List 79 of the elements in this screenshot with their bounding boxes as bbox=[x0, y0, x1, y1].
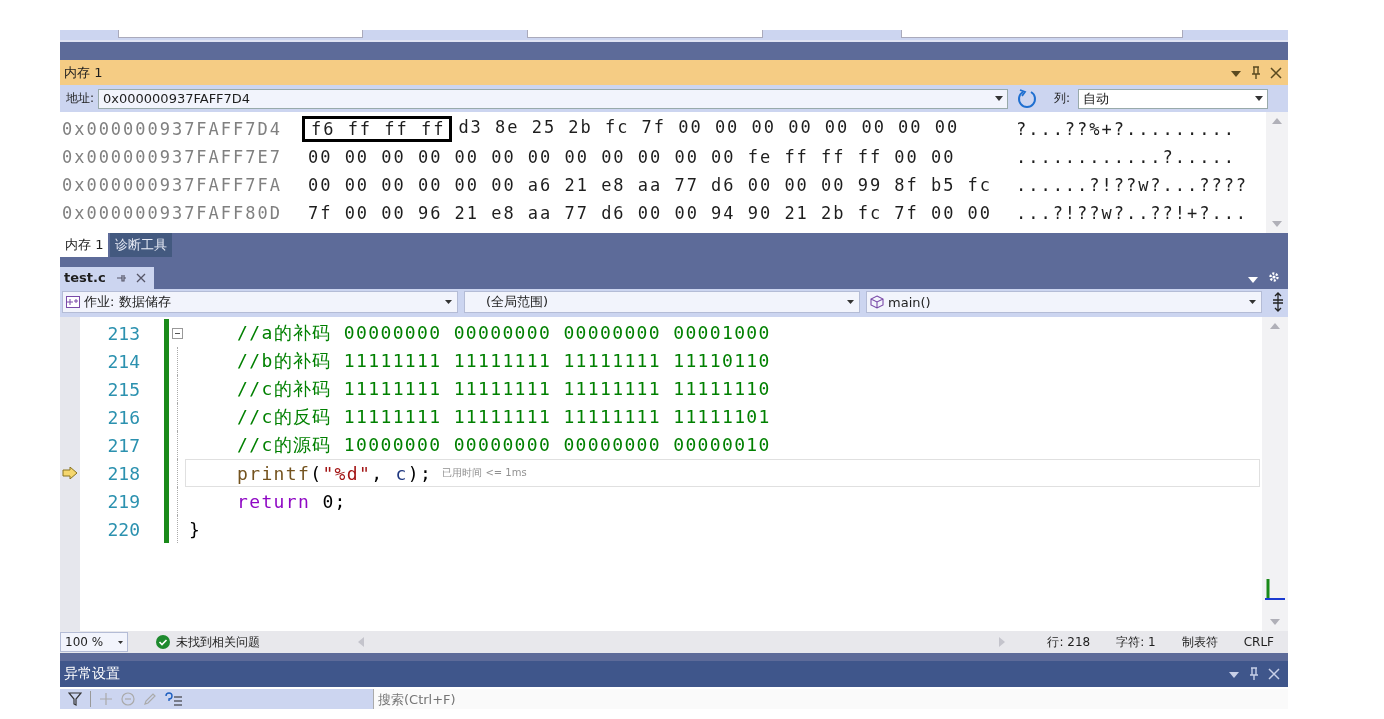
input-field[interactable] bbox=[527, 30, 763, 38]
zoom-dropdown[interactable]: 100 % bbox=[60, 632, 128, 652]
code-line: //c的源码 10000000 00000000 00000000 00000010 bbox=[236, 433, 771, 457]
filter-icon[interactable] bbox=[68, 692, 82, 706]
line-number: 220 bbox=[106, 518, 140, 540]
code-line: printf("%d", c); bbox=[236, 462, 433, 484]
search-field[interactable]: 搜索(Ctrl+F) bbox=[373, 689, 1288, 709]
refresh-icon[interactable] bbox=[1016, 87, 1039, 110]
memory-bytes: f6 ff ff ff bbox=[302, 116, 453, 142]
issues-status[interactable]: 未找到相关问题 bbox=[176, 633, 260, 651]
memory-ascii: ............?..... bbox=[1016, 147, 1236, 167]
scrollbar[interactable] bbox=[1262, 317, 1288, 631]
indent-mode[interactable]: 制表符 bbox=[1181, 633, 1218, 651]
line-number: 217 bbox=[106, 434, 140, 456]
project-icon bbox=[66, 296, 80, 308]
panel-title: 内存 1 bbox=[64, 63, 103, 82]
memory-address: 0x000000937FAFF7E7 bbox=[61, 147, 283, 167]
scroll-up-icon[interactable] bbox=[1270, 323, 1280, 329]
code-line: //b的补码 11111111 11111111 11111111 11110110 bbox=[236, 349, 771, 373]
split-icon[interactable] bbox=[1270, 292, 1286, 312]
code-line: //a的补码 00000000 00000000 00000000 00001000 bbox=[236, 321, 771, 345]
columns-dropdown[interactable]: 自动 bbox=[1078, 88, 1269, 109]
panel-tab[interactable]: 内存 1 bbox=[60, 233, 109, 257]
address-field[interactable]: 0x000000937FAFF7D4 bbox=[98, 88, 1009, 109]
pin-icon[interactable] bbox=[115, 272, 126, 283]
memory-bytes: 7f 00 00 96 21 e8 aa 77 d6 00 00 94 90 21 2b fc 7f 00 00 bbox=[307, 202, 993, 224]
caret-icon bbox=[445, 300, 452, 304]
panel-tab[interactable]: 诊断工具 bbox=[110, 233, 173, 257]
line-number: 216 bbox=[106, 406, 140, 428]
memory-address: 0x000000937FAFF7FA bbox=[61, 175, 283, 195]
memory-bytes: 00 00 00 00 00 00 00 00 00 00 00 00 fe ff ff ff 00 00 bbox=[307, 146, 956, 168]
caret-icon bbox=[1249, 300, 1256, 304]
line-number: 218 bbox=[106, 462, 140, 484]
collapse-icon[interactable] bbox=[171, 327, 183, 339]
scroll-down-icon[interactable] bbox=[1272, 221, 1282, 227]
dropdown-icon[interactable] bbox=[1248, 277, 1258, 283]
line-position[interactable]: 行: 218 bbox=[1047, 633, 1091, 651]
code-line: return 0; bbox=[236, 490, 347, 512]
memory-ascii: ...?!??w?..??!+?... bbox=[1016, 203, 1249, 223]
code-line: //c的补码 11111111 11111111 11111111 11111110 bbox=[236, 377, 771, 401]
elapsed-time-hint: 已用时间 <= 1ms bbox=[442, 466, 527, 480]
memory-ascii: ......?!??w?...???? bbox=[1016, 175, 1249, 195]
panel-title: 异常设置 bbox=[64, 665, 120, 683]
caret-icon bbox=[1255, 96, 1264, 101]
memory-address: 0x000000937FAFF80D bbox=[61, 203, 283, 223]
address-label: 地址: bbox=[66, 90, 95, 107]
scope-dropdown[interactable]: (全局范围) bbox=[464, 291, 860, 313]
memory-address: 0x000000937FAFF7D4 bbox=[61, 119, 283, 139]
help-list-icon[interactable] bbox=[165, 692, 183, 706]
caret-icon bbox=[995, 96, 1004, 101]
cube-icon bbox=[870, 295, 884, 309]
line-number: 214 bbox=[106, 350, 140, 372]
memory-bytes: d3 8e 25 2b fc 7f 00 00 00 00 00 00 00 00 bbox=[457, 116, 960, 139]
settings-icon[interactable] bbox=[1268, 271, 1280, 283]
project-dropdown[interactable]: 作业: 数据储存 bbox=[62, 291, 458, 313]
scroll-down-icon[interactable] bbox=[1270, 619, 1280, 625]
memory-bytes: 00 00 00 00 00 00 a6 21 e8 aa 77 d6 00 00 00 99 8f b5 fc bbox=[307, 174, 993, 196]
line-number: 213 bbox=[106, 322, 140, 344]
code-line: } bbox=[189, 518, 202, 540]
line-number: 215 bbox=[106, 378, 140, 400]
file-tab[interactable]: test.c bbox=[60, 267, 154, 289]
caret-icon bbox=[847, 300, 854, 304]
close-icon[interactable] bbox=[1270, 66, 1282, 79]
line-number: 219 bbox=[106, 490, 140, 512]
columns-label: 列: bbox=[1054, 90, 1071, 107]
function-dropdown[interactable]: main() bbox=[866, 291, 1262, 313]
scrollbar[interactable] bbox=[1266, 112, 1288, 233]
scroll-map-marker-icon bbox=[1265, 579, 1285, 603]
char-position[interactable]: 字符: 1 bbox=[1116, 633, 1156, 651]
caret-icon bbox=[118, 640, 123, 644]
memory-ascii: ?...??%+?......... bbox=[1016, 119, 1236, 139]
code-line: //c的反码 11111111 11111111 11111111 11111101 bbox=[236, 405, 771, 429]
scroll-up-icon[interactable] bbox=[1272, 118, 1282, 124]
line-ending[interactable]: CRLF bbox=[1243, 635, 1274, 649]
close-icon[interactable] bbox=[135, 272, 146, 283]
input-field[interactable] bbox=[118, 30, 363, 38]
check-circle-icon bbox=[156, 635, 170, 649]
input-field[interactable] bbox=[901, 30, 1183, 38]
pin-icon[interactable] bbox=[1250, 65, 1262, 80]
